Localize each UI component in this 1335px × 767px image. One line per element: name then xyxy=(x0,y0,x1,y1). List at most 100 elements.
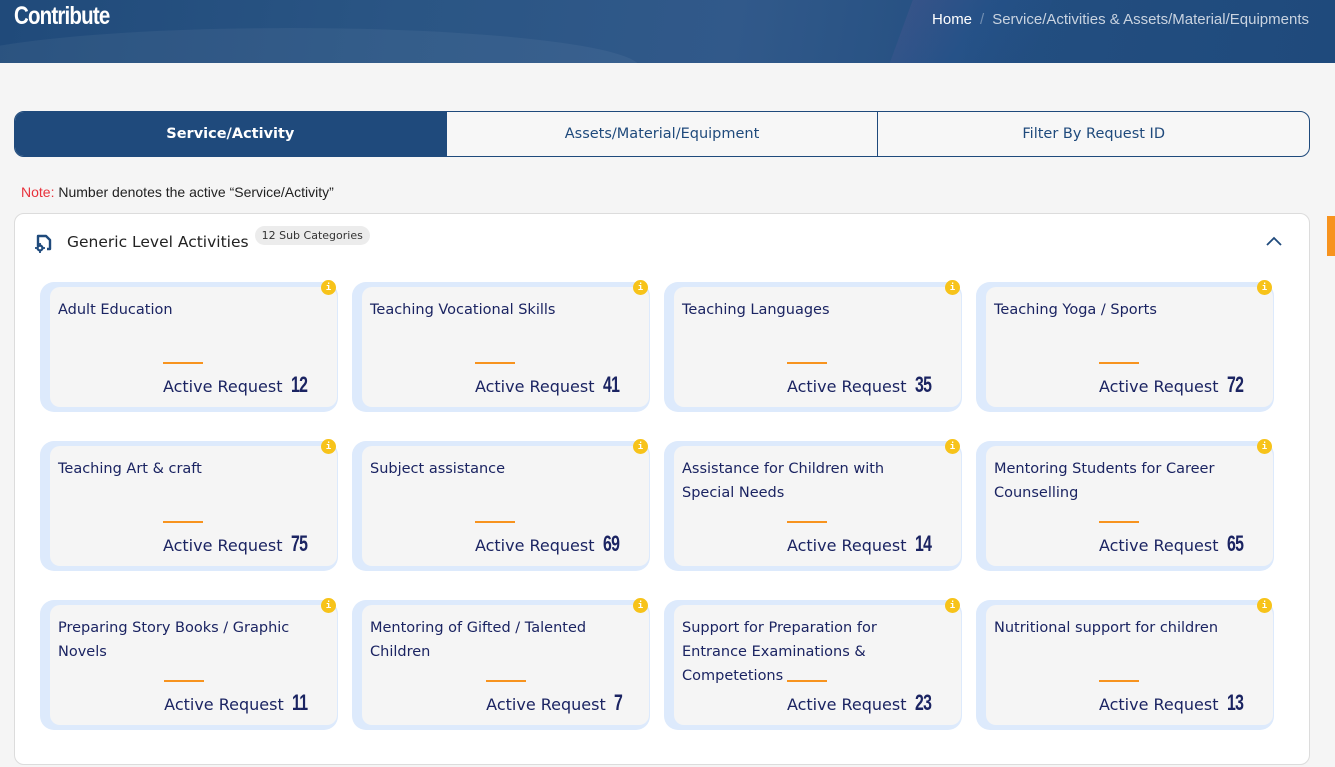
activity-card-grid: Adult Education Active Request 12 i Teac… xyxy=(40,280,1274,730)
activity-card-title: Adult Education xyxy=(58,302,173,318)
active-request-count: 12 xyxy=(290,372,308,397)
info-icon[interactable]: i xyxy=(945,598,960,613)
activity-card-body: Teaching Yoga / Sports Active Request 72 xyxy=(986,287,1273,407)
chevron-up-icon[interactable] xyxy=(1265,232,1283,250)
active-request-block: Active Request 11 xyxy=(164,680,313,716)
accent-divider xyxy=(786,680,827,682)
active-request-block: Active Request 72 xyxy=(1098,362,1249,398)
active-request-row: Active Request 23 xyxy=(787,690,937,716)
active-request-count: 41 xyxy=(602,372,620,397)
tab-bar: Service/Activity Assets/Material/Equipme… xyxy=(14,111,1310,157)
info-icon[interactable]: i xyxy=(945,280,960,295)
active-request-count: 72 xyxy=(1226,372,1244,397)
activity-card-title: Teaching Yoga / Sports xyxy=(994,302,1157,318)
active-request-label: Active Request xyxy=(474,536,595,555)
tab-service-activity[interactable]: Service/Activity xyxy=(15,112,447,156)
active-request-label: Active Request xyxy=(486,695,606,714)
active-request-row: Active Request 12 xyxy=(163,372,313,398)
activity-card[interactable]: Mentoring of Gifted / Talented Children … xyxy=(352,598,650,730)
active-request-row: Active Request 11 xyxy=(164,690,313,716)
activity-card-body: Support for Preparation for Entrance Exa… xyxy=(674,605,961,725)
accent-divider xyxy=(486,680,527,682)
active-request-label: Active Request xyxy=(786,377,907,396)
activity-card-body: Teaching Art & craft Active Request 75 xyxy=(50,446,337,566)
activity-card[interactable]: Teaching Yoga / Sports Active Request 72… xyxy=(976,280,1274,412)
active-request-label: Active Request xyxy=(1098,536,1219,555)
info-icon[interactable]: i xyxy=(321,439,336,454)
active-request-count: 14 xyxy=(914,531,932,556)
activity-card-title: Assistance for Children with Special Nee… xyxy=(682,461,885,501)
active-request-block: Active Request 14 xyxy=(786,521,937,557)
breadcrumb-current: Service/Activities & Assets/Material/Equ… xyxy=(992,11,1309,28)
tab-filter-by-request-id[interactable]: Filter By Request ID xyxy=(878,112,1309,156)
info-icon[interactable]: i xyxy=(633,598,648,613)
info-icon[interactable]: i xyxy=(1257,598,1272,613)
category-panel: Generic Level Activities 12 Sub Categori… xyxy=(14,213,1310,765)
activity-card[interactable]: Teaching Vocational Skills Active Reques… xyxy=(352,280,650,412)
note-body: Number denotes the active “Service/Activ… xyxy=(58,184,334,200)
activity-card[interactable]: Preparing Story Books / Graphic Novels A… xyxy=(40,598,338,730)
info-icon[interactable]: i xyxy=(1257,439,1272,454)
info-icon[interactable]: i xyxy=(321,598,336,613)
activity-card[interactable]: Nutritional support for children Active … xyxy=(976,598,1274,730)
accent-divider xyxy=(1098,680,1139,682)
active-request-count: 11 xyxy=(291,690,308,715)
activity-card[interactable]: Assistance for Children with Special Nee… xyxy=(664,439,962,571)
active-request-block: Active Request 75 xyxy=(162,521,313,557)
tab-assets-material-equipment[interactable]: Assets/Material/Equipment xyxy=(447,112,879,156)
activity-card[interactable]: Support for Preparation for Entrance Exa… xyxy=(664,598,962,730)
accent-divider xyxy=(474,362,515,364)
activity-card-title: Support for Preparation for Entrance Exa… xyxy=(682,620,877,684)
breadcrumb-separator: / xyxy=(980,11,985,28)
info-icon[interactable]: i xyxy=(633,439,648,454)
page-header-banner: Contribute Home / Service/Activities & A… xyxy=(0,0,1335,63)
activity-card[interactable]: Teaching Languages Active Request 35 i xyxy=(664,280,962,412)
category-title: Generic Level Activities xyxy=(67,233,249,251)
activity-card-body: Subject assistance Active Request 69 xyxy=(362,446,649,566)
activity-card-body: Adult Education Active Request 12 xyxy=(50,287,337,407)
active-request-block: Active Request 35 xyxy=(786,362,937,398)
active-request-row: Active Request 13 xyxy=(1099,690,1249,716)
active-request-row: Active Request 35 xyxy=(787,372,937,398)
activity-card[interactable]: Mentoring Students for Career Counsellin… xyxy=(976,439,1274,571)
active-request-count: 35 xyxy=(914,372,932,397)
category-settings-icon xyxy=(35,234,52,253)
side-feedback-tab[interactable] xyxy=(1327,216,1335,256)
info-icon[interactable]: i xyxy=(321,280,336,295)
activity-card-title: Teaching Vocational Skills xyxy=(370,302,556,318)
accent-divider xyxy=(1098,362,1139,364)
active-request-block: Active Request 12 xyxy=(162,362,313,398)
active-request-count: 7 xyxy=(613,690,623,715)
activity-card-title: Teaching Languages xyxy=(682,302,830,318)
active-request-count: 69 xyxy=(602,531,620,556)
info-icon[interactable]: i xyxy=(633,280,648,295)
active-request-row: Active Request 14 xyxy=(787,531,937,557)
activity-card-title: Nutritional support for children xyxy=(994,620,1219,636)
active-request-label: Active Request xyxy=(474,377,595,396)
accent-divider xyxy=(162,362,203,364)
note-text: Note: Number denotes the active “Service… xyxy=(21,184,334,200)
activity-card-title: Subject assistance xyxy=(370,461,506,477)
active-request-label: Active Request xyxy=(786,695,907,714)
active-request-label: Active Request xyxy=(786,536,907,555)
active-request-label: Active Request xyxy=(162,536,283,555)
activity-card[interactable]: Subject assistance Active Request 69 i xyxy=(352,439,650,571)
activity-card-body: Mentoring Students for Career Counsellin… xyxy=(986,446,1273,566)
activity-card[interactable]: Teaching Art & craft Active Request 75 i xyxy=(40,439,338,571)
active-request-block: Active Request 23 xyxy=(786,680,937,716)
active-request-row: Active Request 69 xyxy=(475,531,625,557)
activity-card-body: Assistance for Children with Special Nee… xyxy=(674,446,961,566)
accent-divider xyxy=(1098,521,1139,523)
category-header[interactable]: Generic Level Activities 12 Sub Categori… xyxy=(33,226,370,254)
info-icon[interactable]: i xyxy=(945,439,960,454)
accent-divider xyxy=(474,521,515,523)
active-request-block: Active Request 69 xyxy=(474,521,625,557)
activity-card-body: Teaching Languages Active Request 35 xyxy=(674,287,961,407)
active-request-block: Active Request 41 xyxy=(474,362,625,398)
info-icon[interactable]: i xyxy=(1257,280,1272,295)
breadcrumb-home-link[interactable]: Home xyxy=(932,11,972,28)
accent-divider xyxy=(162,521,203,523)
active-request-count: 23 xyxy=(914,690,932,715)
activity-card[interactable]: Adult Education Active Request 12 i xyxy=(40,280,338,412)
active-request-row: Active Request 7 xyxy=(486,690,625,716)
